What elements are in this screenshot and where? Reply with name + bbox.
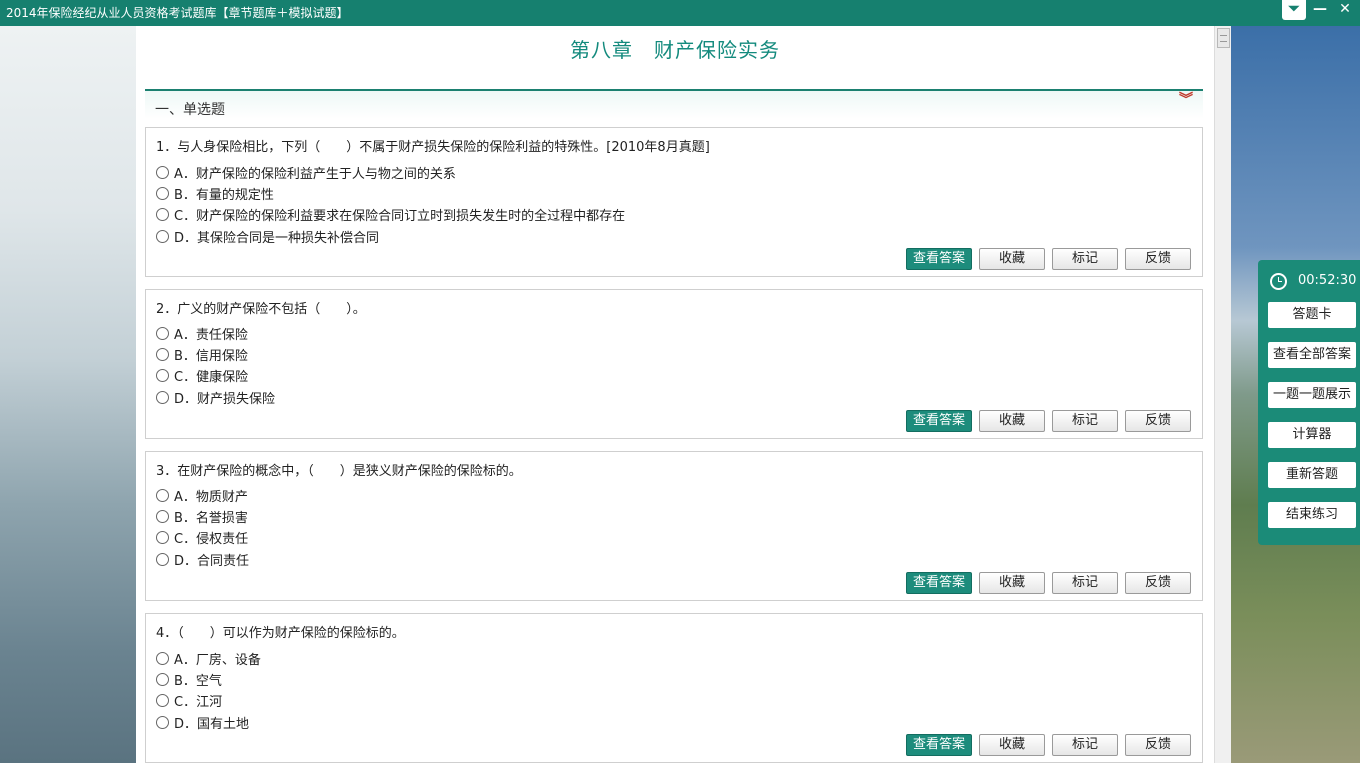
mark-button[interactable]: 标记 (1052, 248, 1118, 270)
mark-button[interactable]: 标记 (1052, 572, 1118, 594)
favorite-button[interactable]: 收藏 (979, 410, 1045, 432)
option-a[interactable]: A．责任保险 (156, 324, 248, 343)
mark-button[interactable]: 标记 (1052, 410, 1118, 432)
option-d[interactable]: D．合同责任 (156, 550, 249, 569)
answer-card-button[interactable]: 答题卡 (1268, 302, 1356, 328)
radio-icon[interactable] (156, 369, 169, 382)
radio-icon[interactable] (156, 208, 169, 221)
calculator-button[interactable]: 计算器 (1268, 422, 1356, 448)
option-d[interactable]: D．国有土地 (156, 713, 249, 732)
background-image-left (0, 26, 136, 763)
option-c[interactable]: C．健康保险 (156, 366, 248, 385)
question-card: 2．广义的财产保险不包括（ ）。 A．责任保险 B．信用保险 C．健康保险 D．… (145, 289, 1203, 439)
question-text: 1．与人身保险相比，下列（ ）不属于财产损失保险的保险利益的特殊性。[2010年… (156, 140, 710, 155)
question-text: 4．（ ）可以作为财产保险的保险标的。 (156, 626, 405, 641)
radio-icon[interactable] (156, 716, 169, 729)
view-all-answers-button[interactable]: 查看全部答案 (1268, 342, 1356, 368)
radio-icon[interactable] (156, 327, 169, 340)
question-text: 3．在财产保险的概念中，（ ）是狭义财产保险的保险标的。 (156, 464, 522, 479)
option-b[interactable]: B．空气 (156, 670, 222, 689)
radio-icon[interactable] (156, 673, 169, 686)
radio-icon[interactable] (156, 694, 169, 707)
radio-icon[interactable] (156, 230, 169, 243)
radio-icon[interactable] (156, 391, 169, 404)
radio-icon[interactable] (156, 489, 169, 502)
finish-practice-button[interactable]: 结束练习 (1268, 502, 1356, 528)
option-c[interactable]: C．财产保险的保险利益要求在保险合同订立时到损失发生时的全过程中都存在 (156, 205, 625, 224)
radio-icon[interactable] (156, 187, 169, 200)
section-header[interactable]: 一、单选题 ︾ (145, 89, 1203, 119)
radio-icon[interactable] (156, 348, 169, 361)
side-panel: 00:52:30 答题卡 查看全部答案 一题一题展示 计算器 重新答题 结束练习 (1258, 260, 1360, 545)
option-a[interactable]: A．厂房、设备 (156, 649, 261, 668)
close-icon[interactable]: ✕ (1333, 0, 1357, 20)
radio-icon[interactable] (156, 531, 169, 544)
question-card: 4．（ ）可以作为财产保险的保险标的。 A．厂房、设备 B．空气 C．江河 D．… (145, 613, 1203, 763)
option-a[interactable]: A．物质财产 (156, 486, 248, 505)
question-card: 1．与人身保险相比，下列（ ）不属于财产损失保险的保险利益的特殊性。[2010年… (145, 127, 1203, 277)
feedback-button[interactable]: 反馈 (1125, 248, 1191, 270)
clock-icon (1270, 273, 1287, 290)
option-a[interactable]: A．财产保险的保险利益产生于人与物之间的关系 (156, 163, 456, 182)
option-b[interactable]: B．名誉损害 (156, 507, 248, 526)
one-by-one-button[interactable]: 一题一题展示 (1268, 382, 1356, 408)
window-title: 2014年保险经纪从业人员资格考试题库【章节题库＋模拟试题】 (6, 6, 349, 20)
feedback-button[interactable]: 反馈 (1125, 734, 1191, 756)
radio-icon[interactable] (156, 510, 169, 523)
collapse-chevron-icon[interactable]: ︾ (1179, 93, 1193, 107)
question-text: 2．广义的财产保险不包括（ ）。 (156, 302, 366, 317)
option-d[interactable]: D．其保险合同是一种损失补偿合同 (156, 227, 379, 246)
option-b[interactable]: B．有量的规定性 (156, 184, 274, 203)
radio-icon[interactable] (156, 166, 169, 179)
view-answer-button[interactable]: 查看答案 (906, 572, 972, 594)
timer: 00:52:30 (1258, 272, 1360, 292)
title-bar: 2014年保险经纪从业人员资格考试题库【章节题库＋模拟试题】 ⏷ — ✕ (0, 0, 1360, 26)
view-answer-button[interactable]: 查看答案 (906, 734, 972, 756)
mark-button[interactable]: 标记 (1052, 734, 1118, 756)
option-c[interactable]: C．侵权责任 (156, 528, 248, 547)
restart-button[interactable]: 重新答题 (1268, 462, 1356, 488)
option-c[interactable]: C．江河 (156, 691, 222, 710)
minimize-icon[interactable]: — (1308, 0, 1332, 20)
favorite-button[interactable]: 收藏 (979, 572, 1045, 594)
timer-value: 00:52:30 (1298, 273, 1357, 288)
favorite-button[interactable]: 收藏 (979, 248, 1045, 270)
vertical-scrollbar[interactable] (1214, 26, 1231, 763)
feedback-button[interactable]: 反馈 (1125, 410, 1191, 432)
option-d[interactable]: D．财产损失保险 (156, 388, 275, 407)
chapter-title: 第八章 财产保险实务 (570, 38, 780, 62)
radio-icon[interactable] (156, 652, 169, 665)
option-b[interactable]: B．信用保险 (156, 345, 248, 364)
favorite-button[interactable]: 收藏 (979, 734, 1045, 756)
question-card: 3．在财产保险的概念中，（ ）是狭义财产保险的保险标的。 A．物质财产 B．名誉… (145, 451, 1203, 601)
view-answer-button[interactable]: 查看答案 (906, 248, 972, 270)
view-answer-button[interactable]: 查看答案 (906, 410, 972, 432)
feedback-button[interactable]: 反馈 (1125, 572, 1191, 594)
scrollbar-thumb[interactable] (1217, 28, 1230, 48)
radio-icon[interactable] (156, 553, 169, 566)
question-content: 第八章 财产保险实务 一、单选题 ︾ 1．与人身保险相比，下列（ ）不属于财产损… (136, 26, 1214, 763)
dropdown-icon[interactable]: ⏷ (1282, 0, 1306, 20)
section-title: 一、单选题 (155, 102, 225, 118)
